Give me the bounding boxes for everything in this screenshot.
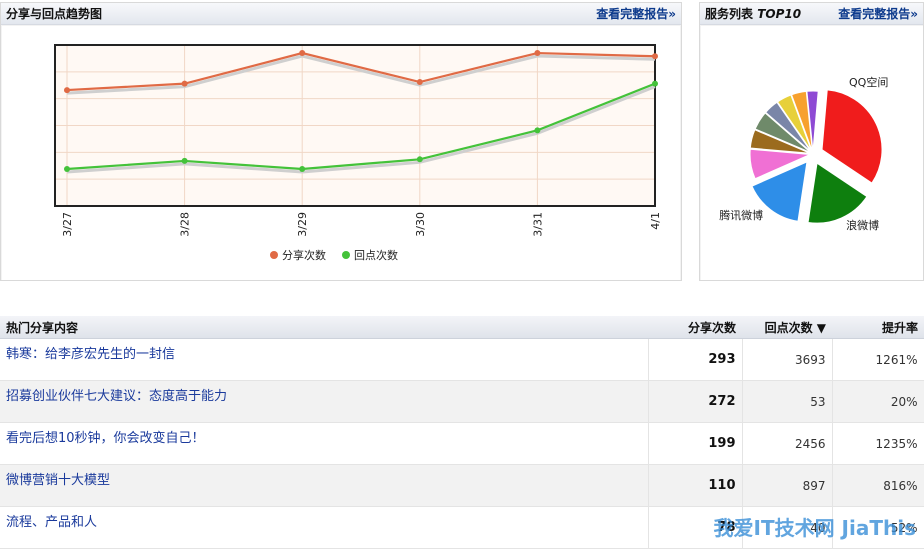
trend-panel-header: 分享与回点趋势图 查看完整报告» — [1, 3, 681, 25]
services-title-top10: TOP10 — [757, 7, 802, 21]
row-shares: 272 — [648, 380, 743, 423]
trend-full-report-link[interactable]: 查看完整报告» — [596, 5, 676, 22]
row-clicks: 2456 — [742, 422, 833, 465]
header-rate[interactable]: 提升率 — [832, 316, 924, 339]
series-point — [181, 80, 188, 87]
jiathis-watermark-logo: 我爱IT技术网 JiaThis — [713, 516, 916, 540]
series-point — [652, 53, 658, 60]
x-tick-label: 3/30 — [414, 212, 427, 237]
row-title-link[interactable]: 微博营销十大模型 — [6, 473, 110, 488]
series-point — [416, 156, 423, 163]
legend-item: 分享次数 — [270, 248, 326, 262]
header-shares[interactable]: 分享次数 — [648, 316, 742, 339]
series-point — [64, 87, 70, 94]
row-title-link[interactable]: 流程、产品和人 — [6, 515, 97, 530]
header-title: 热门分享内容 — [0, 316, 648, 339]
services-full-report-link[interactable]: 查看完整报告» — [838, 5, 918, 22]
table-row: 微博营销十大模型 110 897 816% — [0, 464, 924, 507]
trend-line-chart: 3/27 3/28 3/29 3/30 3/31 4/1 分享次数 回点次数 — [54, 44, 662, 262]
services-panel-header: 服务列表 TOP10 查看完整报告» — [700, 3, 923, 25]
row-clicks: 3693 — [742, 338, 833, 381]
table-row: 看完后想10秒钟，你会改变自己！ 199 2456 1235% — [0, 422, 924, 465]
row-shares: 199 — [648, 422, 743, 465]
series-point — [416, 79, 423, 86]
series-point — [652, 80, 658, 87]
pie-label: QQ空间 — [849, 75, 888, 89]
row-rate: 20% — [832, 380, 924, 423]
x-tick-label: 3/31 — [531, 212, 544, 237]
row-rate: 1235% — [832, 422, 924, 465]
services-pie-chart: QQ空间浪微博 腾讯微博 — [719, 75, 888, 232]
row-title-link[interactable]: 韩寒：给李彦宏先生的一封信 — [6, 347, 175, 362]
x-tick-label: 3/27 — [61, 212, 74, 237]
table-row: 韩寒：给李彦宏先生的一封信 293 3693 1261% — [0, 338, 924, 381]
series-point — [534, 50, 541, 57]
legend-swatch — [342, 251, 350, 259]
row-shares: 293 — [648, 338, 743, 381]
row-rate: 1261% — [832, 338, 924, 381]
table-row: 招募创业伙伴七大建议：态度高于能力 272 53 20% — [0, 380, 924, 423]
row-clicks: 897 — [742, 464, 833, 507]
row-shares: 110 — [648, 464, 743, 507]
trend-panel-title: 分享与回点趋势图 — [6, 7, 103, 21]
services-title-prefix: 服务列表 — [705, 7, 758, 21]
trend-panel: 分享与回点趋势图 查看完整报告» 3/27 3/28 3/29 3/30 3/31 4/1… — [0, 2, 682, 281]
legend-item: 回点次数 — [342, 248, 398, 262]
x-tick-label: 4/1 — [649, 212, 662, 230]
hot-shares-table-panel: 热门分享内容 分享次数 回点次数 ▼ 提升率 韩寒：给李彦宏先生的一封信 293… — [0, 316, 924, 549]
header-clicks-sorted[interactable]: 回点次数 ▼ — [742, 316, 832, 339]
services-pie-area: QQ空间浪微博 腾讯微博 — [701, 26, 923, 280]
x-tick-label: 3/28 — [179, 212, 192, 237]
services-panel-title: 服务列表 TOP10 — [705, 5, 801, 22]
services-top10-panel: 服务列表 TOP10 查看完整报告» QQ空间浪微博 腾讯微博 — [699, 2, 924, 281]
row-title-link[interactable]: 招募创业伙伴七大建议：态度高于能力 — [6, 389, 227, 404]
series-point — [64, 165, 70, 172]
x-tick-label: 3/29 — [296, 212, 309, 237]
table-header-row: 热门分享内容 分享次数 回点次数 ▼ 提升率 — [0, 316, 924, 339]
pie-label: 浪微博 — [846, 218, 879, 232]
legend-swatch — [270, 251, 278, 259]
row-title-link[interactable]: 看完后想10秒钟，你会改变自己！ — [6, 431, 205, 446]
pie-label: 腾讯微博 — [719, 208, 763, 222]
row-clicks: 53 — [742, 380, 833, 423]
legend-label: 回点次数 — [354, 248, 398, 262]
legend-label: 分享次数 — [282, 248, 326, 262]
row-rate: 816% — [832, 464, 924, 507]
series-point — [299, 50, 306, 57]
trend-chart-area: 3/27 3/28 3/29 3/30 3/31 4/1 分享次数 回点次数 — [2, 26, 680, 280]
pie-slice — [821, 89, 883, 184]
series-point — [534, 127, 541, 134]
series-point — [299, 165, 306, 172]
series-point — [181, 157, 188, 164]
